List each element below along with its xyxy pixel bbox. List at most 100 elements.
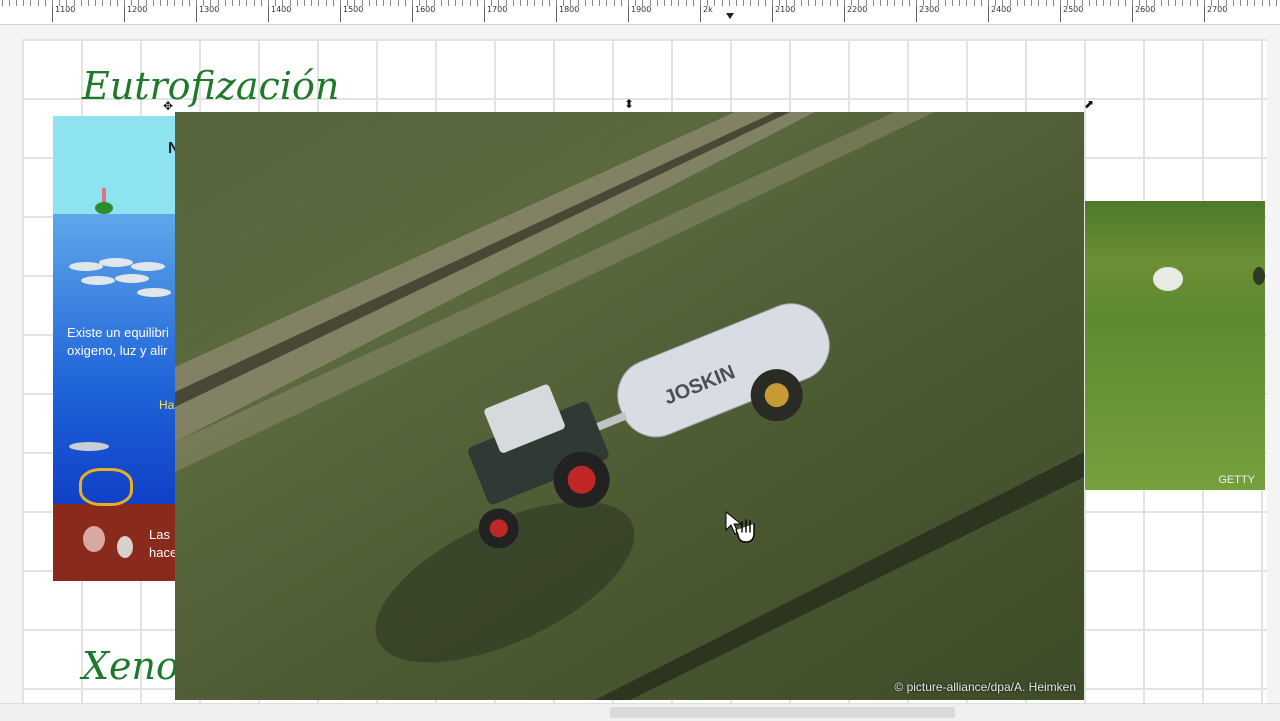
ruler-minor-tick bbox=[1190, 0, 1191, 6]
ruler-minor-tick bbox=[434, 0, 435, 6]
ruler-label: 1900 bbox=[631, 5, 652, 14]
eutrophication-diagram-image[interactable]: N Existe un equilibri oxigeno, luz y ali… bbox=[53, 116, 175, 581]
ruler-minor-tick bbox=[1240, 0, 1241, 6]
ruler-minor-tick bbox=[844, 0, 845, 6]
ruler-minor-tick bbox=[88, 0, 89, 6]
ruler-minor-tick bbox=[1154, 0, 1155, 6]
ruler-minor-tick bbox=[578, 0, 579, 6]
photo-credit-getty: GETTY bbox=[1218, 474, 1255, 486]
ruler-minor-tick bbox=[621, 0, 622, 6]
ruler-minor-tick bbox=[218, 0, 219, 6]
diagram-heading-fragment: N bbox=[168, 140, 175, 157]
ruler-minor-tick bbox=[102, 0, 103, 6]
diagram-text-line1: Existe un equilibri bbox=[67, 325, 169, 340]
resize-handle-top-icon[interactable]: ⬍ bbox=[624, 98, 634, 110]
ruler-minor-tick bbox=[462, 0, 463, 6]
ruler-minor-tick bbox=[2, 0, 3, 6]
ruler-label: 1700 bbox=[487, 5, 508, 14]
ruler-minor-tick bbox=[1132, 0, 1133, 6]
ruler-minor-tick bbox=[95, 0, 96, 6]
tractor-spreading-photo[interactable]: JOSKIN © picture-alliance/dpa/A. Heimken bbox=[175, 112, 1084, 700]
ruler-minor-tick bbox=[866, 0, 867, 6]
ruler-minor-tick bbox=[585, 0, 586, 6]
resize-handle-top-right-icon[interactable]: ⬈ bbox=[1084, 98, 1094, 110]
ruler-minor-tick bbox=[326, 0, 327, 6]
ruler-minor-tick bbox=[232, 0, 233, 6]
ruler-minor-tick bbox=[1060, 0, 1061, 6]
ruler-label: 2100 bbox=[775, 5, 796, 14]
ruler-minor-tick bbox=[138, 0, 139, 6]
ruler-minor-tick bbox=[167, 0, 168, 6]
ruler-minor-tick bbox=[66, 0, 67, 6]
ruler-minor-tick bbox=[174, 0, 175, 6]
fish-icon bbox=[137, 288, 171, 297]
ruler-minor-tick bbox=[1168, 0, 1169, 6]
ruler-minor-tick bbox=[556, 0, 557, 6]
ruler-label: 2k bbox=[703, 5, 713, 14]
ruler-minor-tick bbox=[1218, 0, 1219, 6]
ruler-minor-tick bbox=[801, 0, 802, 6]
ruler-minor-tick bbox=[1002, 0, 1003, 6]
ruler-minor-tick bbox=[383, 0, 384, 6]
resize-handle-top-left-icon[interactable]: ✥ bbox=[163, 100, 173, 112]
ruler-minor-tick bbox=[45, 0, 46, 6]
algae-water-photo[interactable]: GETTY bbox=[1085, 201, 1265, 490]
ruler-minor-tick bbox=[290, 0, 291, 6]
ruler-minor-tick bbox=[1233, 0, 1234, 6]
ruler-minor-tick bbox=[628, 0, 629, 6]
ruler-minor-tick bbox=[203, 0, 204, 6]
ruler-minor-tick bbox=[1017, 0, 1018, 6]
ruler-minor-tick bbox=[786, 0, 787, 6]
ruler-minor-tick bbox=[743, 0, 744, 6]
organism-icon bbox=[83, 526, 105, 552]
ruler-minor-tick bbox=[398, 0, 399, 6]
horizontal-scrollbar[interactable] bbox=[0, 703, 1280, 721]
scrollbar-thumb[interactable] bbox=[610, 707, 955, 718]
ruler-minor-tick bbox=[1046, 0, 1047, 6]
ruler-minor-tick bbox=[981, 0, 982, 6]
ruler-minor-tick bbox=[714, 0, 715, 6]
ruler-minor-tick bbox=[1254, 0, 1255, 6]
ruler-minor-tick bbox=[995, 0, 996, 6]
ruler-label: 1100 bbox=[55, 5, 76, 14]
fish-icon bbox=[131, 262, 165, 271]
ruler-minor-tick bbox=[275, 0, 276, 6]
ruler-minor-tick bbox=[1276, 0, 1277, 6]
ruler-label: 2400 bbox=[991, 5, 1012, 14]
ruler-minor-tick bbox=[534, 0, 535, 6]
ruler-minor-tick bbox=[52, 0, 53, 6]
ruler-minor-tick bbox=[1089, 0, 1090, 6]
ruler-minor-tick bbox=[1182, 0, 1183, 6]
ruler-minor-tick bbox=[477, 0, 478, 6]
worm-icon bbox=[79, 468, 133, 506]
ruler-minor-tick bbox=[1103, 0, 1104, 6]
ruler-minor-tick bbox=[1125, 0, 1126, 6]
ruler-minor-tick bbox=[664, 0, 665, 6]
ruler-minor-tick bbox=[376, 0, 377, 6]
ruler-minor-tick bbox=[966, 0, 967, 6]
ruler-minor-tick bbox=[1175, 0, 1176, 6]
slide-title-eutrofizacion[interactable]: Eutrofización bbox=[82, 64, 339, 108]
fish-icon bbox=[69, 442, 109, 451]
fish-icon bbox=[99, 258, 133, 267]
ruler-minor-tick bbox=[513, 0, 514, 6]
ruler-minor-tick bbox=[606, 0, 607, 6]
ruler-minor-tick bbox=[304, 0, 305, 6]
diagram-label-mid: Ha bbox=[159, 398, 175, 412]
ruler-minor-tick bbox=[830, 0, 831, 6]
ruler-minor-tick bbox=[1146, 0, 1147, 6]
organism-icon bbox=[117, 536, 133, 558]
ruler-minor-tick bbox=[959, 0, 960, 6]
ruler-minor-tick bbox=[1067, 0, 1068, 6]
ruler-label: 2500 bbox=[1063, 5, 1084, 14]
ruler-minor-tick bbox=[549, 0, 550, 6]
ruler-label: 2300 bbox=[919, 5, 940, 14]
ruler-minor-tick bbox=[902, 0, 903, 6]
ruler-minor-tick bbox=[642, 0, 643, 6]
ruler-minor-tick bbox=[81, 0, 82, 6]
ruler-minor-tick bbox=[657, 0, 658, 6]
ruler-minor-tick bbox=[678, 0, 679, 6]
horizontal-ruler[interactable]: 1100 1200 1300 1400 1500 1600 1700 1800 1900 2k 21… bbox=[0, 0, 1280, 25]
ruler-minor-tick bbox=[765, 0, 766, 6]
ruler-minor-tick bbox=[851, 0, 852, 6]
